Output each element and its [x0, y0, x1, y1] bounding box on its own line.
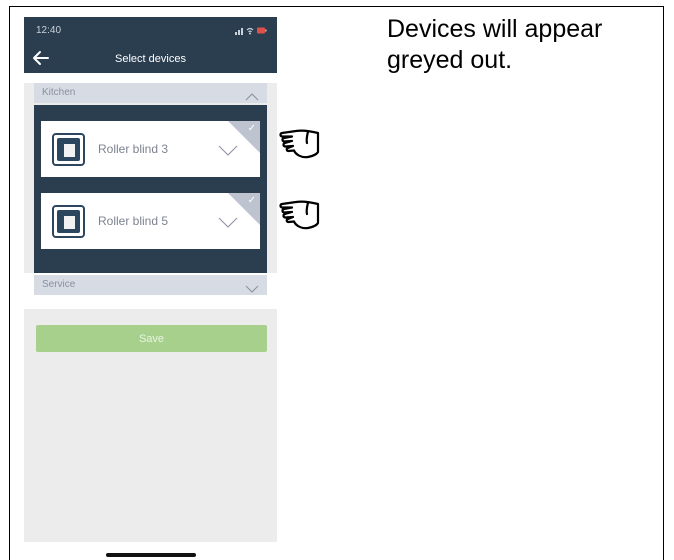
device-card-roller-blind-5[interactable]: Roller blind 5 ✓ [41, 193, 260, 249]
status-bar: 12:40 [24, 17, 277, 45]
phone-screen: 12:40 Select devices Kitchen Roller blin… [24, 17, 277, 542]
status-icons [235, 26, 267, 37]
roller-blind-icon [52, 205, 85, 238]
section-label-kitchen: Kitchen [42, 87, 76, 98]
check-icon: ✓ [247, 195, 256, 206]
spacer [24, 73, 277, 83]
pointing-hand-icon [279, 129, 320, 159]
section-header-kitchen[interactable]: Kitchen [34, 83, 267, 103]
device-card-roller-blind-3[interactable]: Roller blind 3 ✓ [41, 121, 260, 177]
home-indicator [106, 553, 196, 557]
app-header: Select devices [24, 45, 277, 73]
caption-text: Devices will appear greyed out. [387, 15, 603, 74]
save-button[interactable]: Save [36, 325, 267, 352]
device-name: Roller blind 5 [98, 214, 169, 228]
section-header-service[interactable]: Service [34, 275, 267, 295]
kitchen-device-list: Roller blind 3 ✓ Roller blind 5 ✓ [34, 105, 267, 273]
chevron-down-icon [245, 281, 259, 301]
pointing-hand-icon [279, 200, 320, 230]
signal-wifi-battery-icon [235, 27, 267, 35]
section-label-service: Service [42, 279, 76, 290]
status-time: 12:40 [36, 25, 62, 36]
page-title: Select devices [115, 53, 186, 65]
roller-blind-icon [52, 133, 85, 166]
check-icon: ✓ [247, 123, 256, 134]
device-name: Roller blind 3 [98, 142, 169, 156]
